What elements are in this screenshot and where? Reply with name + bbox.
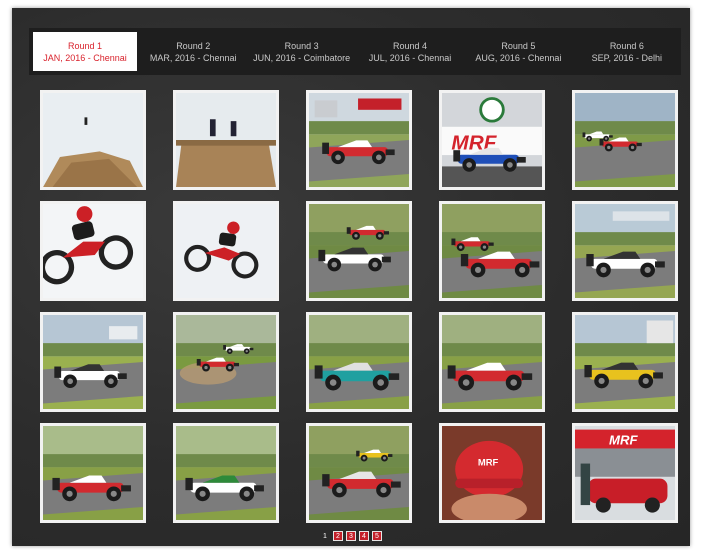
tab-round-info: SEP, 2016 - Delhi [591,52,663,63]
page-1-button[interactable]: 1 [320,531,330,541]
gallery-panel: Round 1 JAN, 2016 - Chennai Round 2 MAR,… [12,8,690,546]
gallery-thumbnail[interactable] [572,90,678,190]
gallery-thumbnail[interactable] [306,90,412,190]
thumbnail-image [43,426,143,520]
gallery-thumbnail[interactable] [40,90,146,190]
tab-round-6[interactable]: Round 6 SEP, 2016 - Delhi [573,28,681,75]
page-4-button[interactable]: 4 [359,531,369,541]
gallery-thumbnail[interactable] [40,423,146,523]
thumbnail-image [43,204,143,298]
page-5-button[interactable]: 5 [372,531,382,541]
tab-round-label: Round 2 [176,40,211,51]
tab-round-3[interactable]: Round 3 JUN, 2016 - Coimbatore [247,28,355,75]
svg-text:MRF: MRF [478,456,499,467]
tab-round-info: JUN, 2016 - Coimbatore [253,52,351,63]
thumbnail-image [176,93,276,187]
thumbnail-image [442,204,542,298]
tab-round-info: AUG, 2016 - Chennai [475,52,562,63]
page-3-button[interactable]: 3 [346,531,356,541]
gallery-thumbnail[interactable] [306,201,412,301]
gallery-thumbnail[interactable] [306,423,412,523]
tab-round-info: MAR, 2016 - Chennai [149,52,237,63]
tab-round-1[interactable]: Round 1 JAN, 2016 - Chennai [33,32,137,71]
thumbnail-image [442,315,542,409]
thumbnail-image [176,426,276,520]
gallery-thumbnail[interactable] [572,312,678,412]
thumbnail-image: MRF [442,93,542,187]
thumbnail-image [575,204,675,298]
thumbnail-image [309,204,409,298]
gallery-thumbnail[interactable] [173,90,279,190]
thumbnail-image [43,315,143,409]
gallery-thumbnail[interactable] [572,201,678,301]
gallery-thumbnail[interactable] [40,201,146,301]
tab-round-label: Round 6 [609,40,644,51]
gallery-thumbnail[interactable]: MRF [439,90,545,190]
thumbnail-image: MRF [442,426,542,520]
thumbnail-image [309,93,409,187]
gallery-thumbnail[interactable] [306,312,412,412]
gallery-thumbnail[interactable] [173,201,279,301]
svg-text:MRF: MRF [609,433,639,448]
gallery-thumbnail[interactable] [439,201,545,301]
page-2-button[interactable]: 2 [333,531,343,541]
thumbnail-image: MRF [575,426,675,520]
gallery-thumbnail[interactable] [40,312,146,412]
thumbnail-image [176,204,276,298]
gallery-thumbnail[interactable] [173,423,279,523]
tab-round-5[interactable]: Round 5 AUG, 2016 - Chennai [464,28,572,75]
photo-grid: MRF MRF MRF [40,90,678,523]
round-tabs: Round 1 JAN, 2016 - Chennai Round 2 MAR,… [29,28,681,75]
gallery-thumbnail[interactable] [173,312,279,412]
thumbnail-image [575,315,675,409]
tab-round-label: Round 5 [501,40,536,51]
tab-round-info: JAN, 2016 - Chennai [43,52,127,63]
thumbnail-image [309,315,409,409]
tab-round-label: Round 4 [393,40,428,51]
tab-round-info: JUL, 2016 - Chennai [368,52,452,63]
thumbnail-image [575,93,675,187]
gallery-thumbnail[interactable]: MRF [572,423,678,523]
tab-round-4[interactable]: Round 4 JUL, 2016 - Chennai [356,28,464,75]
thumbnail-image [309,426,409,520]
thumbnail-image [176,315,276,409]
tab-round-2[interactable]: Round 2 MAR, 2016 - Chennai [139,28,247,75]
thumbnail-image [43,93,143,187]
gallery-thumbnail[interactable] [439,312,545,412]
pagination: 12345 [12,531,690,541]
gallery-thumbnail[interactable]: MRF [439,423,545,523]
tab-round-label: Round 3 [284,40,319,51]
tab-round-label: Round 1 [67,40,103,51]
